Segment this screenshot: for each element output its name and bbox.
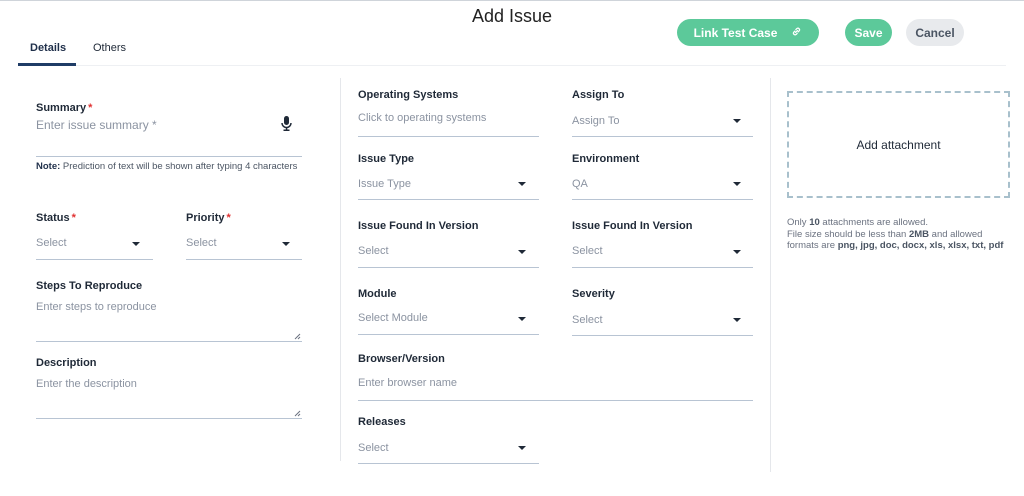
status-select[interactable]: Select xyxy=(36,237,67,249)
status-underline xyxy=(36,259,153,260)
microphone-icon[interactable] xyxy=(280,115,293,137)
operating-systems-select[interactable]: Click to operating systems xyxy=(358,112,486,124)
summary-underline xyxy=(36,156,302,157)
severity-underline xyxy=(572,335,753,336)
description-label: Description xyxy=(36,357,97,369)
priority-label: Priority * xyxy=(186,212,231,224)
resize-handle-icon[interactable] xyxy=(294,410,301,417)
summary-label: Summary * xyxy=(36,102,93,114)
tab-details[interactable]: Details xyxy=(30,42,66,54)
tabs-divider xyxy=(18,65,1006,66)
description-textarea[interactable]: Enter the description xyxy=(36,378,137,390)
releases-label: Releases xyxy=(358,416,406,428)
releases-underline xyxy=(358,463,539,464)
chevron-down-icon[interactable] xyxy=(733,182,741,186)
operating-systems-label: Operating Systems xyxy=(358,89,459,101)
found-version-select[interactable]: Select xyxy=(572,245,603,257)
save-button[interactable]: Save xyxy=(845,19,892,46)
chevron-down-icon[interactable] xyxy=(733,119,741,123)
status-label: Status * xyxy=(36,212,76,224)
browser-input[interactable]: Enter browser name xyxy=(358,377,457,389)
found-version-label: Issue Found In Version xyxy=(358,220,479,232)
browser-label: Browser/Version xyxy=(358,353,445,365)
chevron-down-icon[interactable] xyxy=(733,250,741,254)
chevron-down-icon[interactable] xyxy=(518,446,526,450)
steps-textarea[interactable]: Enter steps to reproduce xyxy=(36,301,156,313)
tab-others[interactable]: Others xyxy=(93,42,126,54)
found-version-underline xyxy=(358,267,539,268)
chevron-down-icon[interactable] xyxy=(733,318,741,322)
chevron-down-icon[interactable] xyxy=(518,250,526,254)
summary-note: Note: Prediction of text will be shown a… xyxy=(36,161,298,172)
assign-to-label: Assign To xyxy=(572,89,625,101)
issue-type-label: Issue Type xyxy=(358,153,415,165)
attachment-info: Only 10 attachments are allowed. File si… xyxy=(787,217,1004,251)
operating-systems-underline xyxy=(358,136,539,137)
priority-select[interactable]: Select xyxy=(186,237,217,249)
chevron-down-icon[interactable] xyxy=(282,242,290,246)
assign-to-underline xyxy=(572,136,753,137)
found-version-underline xyxy=(572,267,753,268)
module-underline xyxy=(358,334,539,335)
priority-underline xyxy=(186,259,302,260)
found-version-label: Issue Found In Version xyxy=(572,220,693,232)
cancel-button[interactable]: Cancel xyxy=(906,19,964,46)
link-test-case-label: Link Test Case xyxy=(693,25,778,40)
issue-type-underline xyxy=(358,199,539,200)
steps-label: Steps To Reproduce xyxy=(36,280,143,292)
summary-input[interactable]: Enter issue summary * xyxy=(36,118,157,132)
add-attachment-dropzone[interactable]: Add attachment xyxy=(787,91,1010,198)
module-select[interactable]: Select Module xyxy=(358,312,428,324)
environment-underline xyxy=(572,199,753,200)
active-tab-indicator xyxy=(18,63,76,66)
link-icon xyxy=(791,26,802,40)
found-version-select[interactable]: Select xyxy=(358,245,389,257)
chevron-down-icon[interactable] xyxy=(518,182,526,186)
severity-select[interactable]: Select xyxy=(572,314,603,326)
module-label: Module xyxy=(358,288,397,300)
link-test-case-button[interactable]: Link Test Case xyxy=(677,19,819,46)
column-separator-left xyxy=(340,78,341,461)
environment-select[interactable]: QA xyxy=(572,178,588,190)
chevron-down-icon[interactable] xyxy=(518,317,526,321)
browser-underline xyxy=(358,400,753,401)
column-separator-right xyxy=(770,78,771,472)
window-top-border xyxy=(0,0,1024,1)
add-attachment-label: Add attachment xyxy=(856,137,941,152)
chevron-down-icon[interactable] xyxy=(132,242,140,246)
description-underline xyxy=(36,418,302,419)
environment-label: Environment xyxy=(572,153,640,165)
releases-select[interactable]: Select xyxy=(358,442,389,454)
steps-underline xyxy=(36,341,302,342)
severity-label: Severity xyxy=(572,288,615,300)
issue-type-select[interactable]: Issue Type xyxy=(358,178,411,190)
assign-to-select[interactable]: Assign To xyxy=(572,115,620,127)
resize-handle-icon[interactable] xyxy=(294,333,301,340)
